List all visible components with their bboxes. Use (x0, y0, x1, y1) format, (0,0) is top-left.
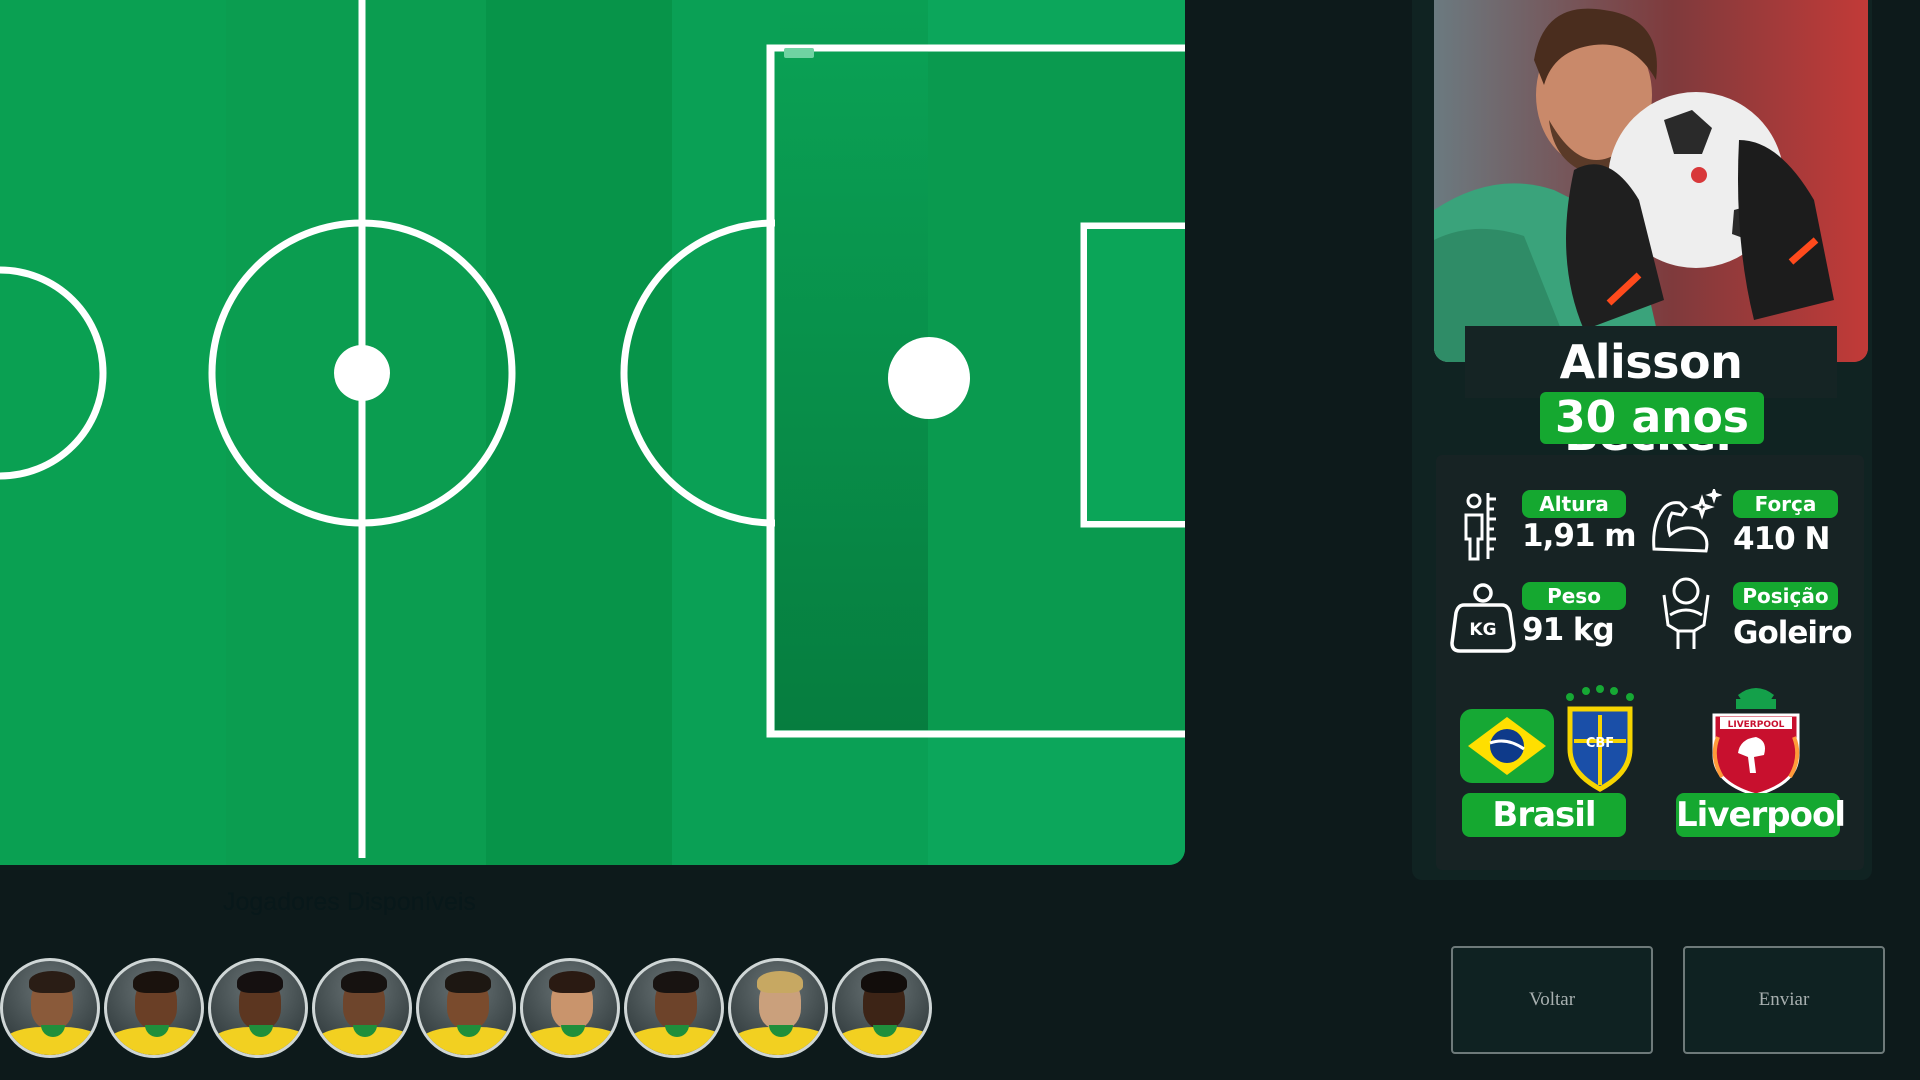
player-avatar[interactable] (312, 958, 412, 1058)
height-value: 1,91 m (1522, 518, 1637, 554)
player-age-badge: 30 anos (1540, 392, 1764, 444)
player-avatar[interactable] (104, 958, 204, 1058)
strength-value: 410 N (1733, 521, 1830, 557)
liverpool-crest-icon: LIVERPOOL (1712, 688, 1800, 797)
avatar-hair (445, 971, 491, 993)
avatar-hair (653, 971, 699, 993)
player-avatar[interactable] (624, 958, 724, 1058)
strength-label: Força (1733, 490, 1838, 518)
club-label: Liverpool (1676, 793, 1846, 837)
back-button[interactable]: Voltar (1451, 946, 1653, 1054)
avatar-hair (757, 971, 803, 993)
soccer-field[interactable] (0, 0, 1185, 865)
avatar-hair (133, 971, 179, 993)
height-icon (1464, 493, 1496, 561)
send-button[interactable]: Enviar (1683, 946, 1885, 1054)
player-photo (1434, 0, 1868, 362)
player-avatar[interactable] (832, 958, 932, 1058)
player-avatar[interactable] (520, 958, 620, 1058)
field-markings (0, 0, 1185, 858)
brazil-flag-icon (1460, 709, 1554, 783)
weight-label: Peso (1522, 582, 1626, 610)
goalkeeper-icon (1662, 577, 1710, 649)
position-label: Posição (1733, 582, 1838, 610)
available-players-label: Jogadores Disponíveis (223, 888, 476, 916)
field-marker-tab (784, 48, 814, 58)
avatar-hair (861, 971, 907, 993)
avatar-hair (237, 971, 283, 993)
center-spot (334, 345, 390, 401)
national-team-label: Brasil (1462, 793, 1626, 837)
svg-text:KG: KG (1469, 620, 1496, 640)
penalty-spot (888, 337, 970, 419)
weight-value: 91 kg (1522, 612, 1615, 648)
weight-icon: KG (1450, 583, 1516, 653)
cbf-crest-icon: CBF (1566, 685, 1634, 792)
player-avatar[interactable] (416, 958, 516, 1058)
player-name: Alisson Becker (1465, 326, 1837, 461)
avatar-hair (549, 971, 595, 993)
svg-text:CBF: CBF (1586, 736, 1614, 751)
player-stats-panel: Altura 1,91 m Força 410 N KG Peso 91 kg … (1436, 455, 1864, 870)
position-value: Goleiro (1733, 615, 1853, 651)
player-avatar[interactable] (0, 958, 100, 1058)
center-circle-left (0, 266, 107, 480)
player-avatar[interactable] (728, 958, 828, 1058)
player-avatar[interactable] (208, 958, 308, 1058)
svg-text:LIVERPOOL: LIVERPOOL (1728, 720, 1785, 730)
avatar-hair (29, 971, 75, 993)
height-label: Altura (1522, 490, 1626, 518)
muscle-icon (1652, 489, 1722, 553)
avatar-hair (341, 971, 387, 993)
